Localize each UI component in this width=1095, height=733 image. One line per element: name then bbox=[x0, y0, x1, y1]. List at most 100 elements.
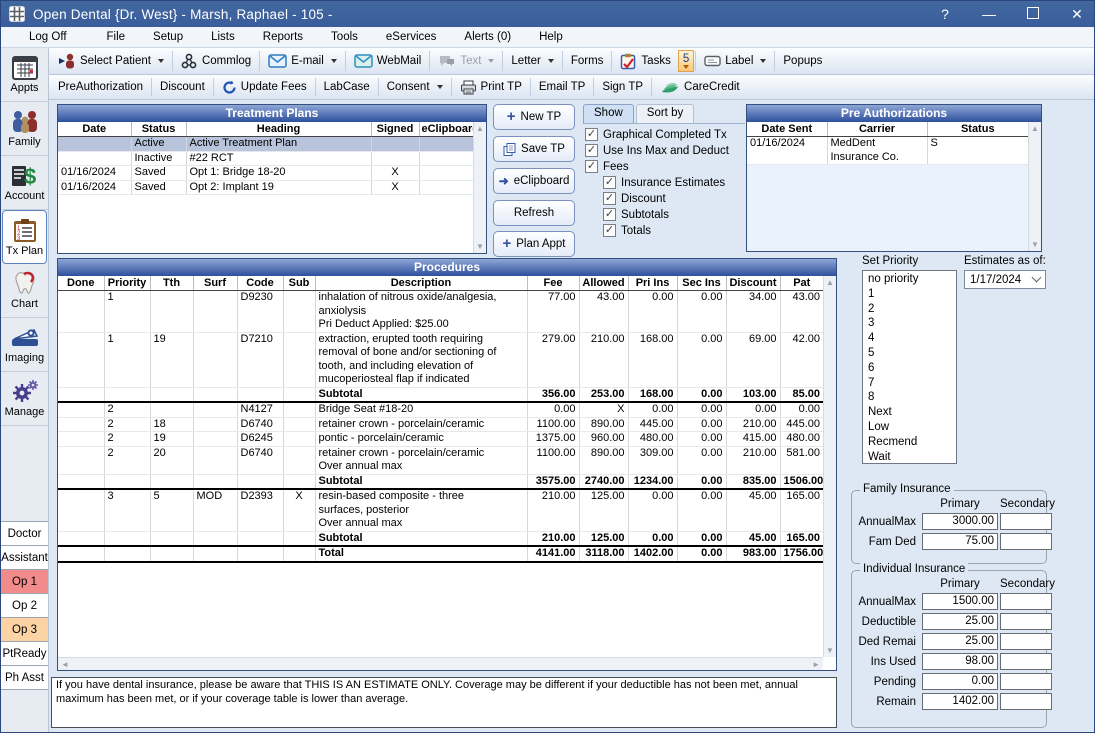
procedures-vertical-scrollbar[interactable]: ▲ ▼ bbox=[823, 276, 836, 657]
column-header[interactable]: Pat bbox=[780, 276, 823, 291]
tab-show[interactable]: Show bbox=[583, 104, 634, 123]
primary-value-field[interactable]: 25.00 bbox=[922, 633, 998, 650]
menu-item[interactable]: Lists bbox=[197, 29, 249, 45]
treatment-plan-row[interactable]: 01/16/2024 Saved Opt 2: Implant 19 X bbox=[58, 180, 473, 195]
menu-item[interactable]: Log Off bbox=[15, 29, 81, 45]
email-tp-button[interactable]: Email TP bbox=[532, 76, 592, 98]
treatment-plan-row[interactable]: Active Active Treatment Plan bbox=[58, 137, 473, 152]
commlog-button[interactable]: Commlog bbox=[174, 49, 258, 73]
column-header[interactable]: Date bbox=[58, 122, 131, 137]
column-header[interactable]: Carrier bbox=[827, 122, 927, 137]
priority-option[interactable]: 4 bbox=[868, 331, 951, 346]
checkbox-checked-icon[interactable]: ✓ bbox=[603, 224, 616, 237]
treatment-plan-row[interactable]: Inactive #22 RCT bbox=[58, 151, 473, 166]
menu-item[interactable]: File bbox=[93, 29, 140, 45]
show-option[interactable]: ✓ Graphical Completed Tx bbox=[585, 128, 745, 141]
priority-option[interactable]: 6 bbox=[868, 361, 951, 376]
scroll-right-icon[interactable]: ► bbox=[812, 660, 820, 669]
procedure-row[interactable]: 2 19 D6245 pontic - porcelain/ceramic 13… bbox=[58, 432, 823, 447]
preauthorizations-scrollbar[interactable]: ▲ ▼ bbox=[1028, 122, 1041, 251]
set-priority-listbox[interactable]: no priority 1 2 3 4 5 6 7 bbox=[862, 270, 957, 464]
column-header[interactable]: Pri Ins bbox=[628, 276, 677, 291]
secondary-value-field[interactable] bbox=[1000, 653, 1052, 670]
tasks-count-badge[interactable]: 5 bbox=[678, 50, 694, 72]
secondary-value-field[interactable] bbox=[1000, 593, 1052, 610]
update-fees-button[interactable]: Update Fees bbox=[215, 76, 314, 98]
popups-button[interactable]: Popups bbox=[776, 49, 829, 73]
sidebar-item-chart[interactable]: Chart bbox=[1, 264, 48, 318]
priority-option[interactable]: 7 bbox=[868, 376, 951, 391]
procedure-row[interactable]: 2 N4127 Bridge Seat #18-20 0.00 X 0.0 bbox=[58, 402, 823, 417]
scroll-left-icon[interactable]: ◄ bbox=[61, 660, 69, 669]
maximize-icon[interactable] bbox=[1024, 6, 1042, 22]
column-header[interactable]: Tth bbox=[150, 276, 193, 291]
column-header[interactable]: Code bbox=[237, 276, 283, 291]
column-header[interactable]: Description bbox=[315, 276, 527, 291]
primary-value-field[interactable]: 1500.00 bbox=[922, 593, 998, 610]
close-icon[interactable]: ✕ bbox=[1068, 6, 1086, 23]
save-tp-button[interactable]: Save TP bbox=[493, 136, 575, 162]
operatory-status-button[interactable]: Assistant bbox=[1, 545, 48, 570]
sign-tp-button[interactable]: Sign TP bbox=[595, 76, 650, 98]
show-option[interactable]: ✓ Totals bbox=[603, 224, 745, 237]
priority-option[interactable]: Next bbox=[868, 405, 951, 420]
preauthorization-row[interactable]: 01/16/2024 MedDent Insurance Co. S bbox=[747, 137, 1028, 165]
column-header[interactable]: eClipboard bbox=[419, 122, 473, 137]
primary-value-field[interactable]: 1402.00 bbox=[922, 693, 998, 710]
priority-option[interactable]: Recmend bbox=[868, 435, 951, 450]
column-header[interactable]: Signed bbox=[371, 122, 419, 137]
show-option[interactable]: ✓ Insurance Estimates bbox=[603, 176, 745, 189]
primary-value-field[interactable]: 3000.00 bbox=[922, 513, 998, 530]
treatment-plan-row[interactable]: 01/16/2024 Saved Opt 1: Bridge 18-20 X bbox=[58, 166, 473, 181]
new-tp-button[interactable]: +New TP bbox=[493, 104, 575, 130]
checkbox-checked-icon[interactable]: ✓ bbox=[585, 144, 598, 157]
priority-option[interactable]: Low bbox=[868, 420, 951, 435]
plan-appt-button[interactable]: +Plan Appt bbox=[493, 231, 575, 257]
secondary-value-field[interactable] bbox=[1000, 673, 1052, 690]
checkbox-checked-icon[interactable]: ✓ bbox=[603, 176, 616, 189]
sidebar-item-imaging[interactable]: Imaging bbox=[1, 318, 48, 372]
preauthorization-button[interactable]: PreAuthorization bbox=[51, 76, 150, 98]
column-header[interactable]: Sec Ins bbox=[677, 276, 726, 291]
checkbox-checked-icon[interactable]: ✓ bbox=[585, 128, 598, 141]
secondary-value-field[interactable] bbox=[1000, 633, 1052, 650]
consent-button[interactable]: Consent bbox=[380, 76, 450, 98]
procedure-row[interactable]: 3 5 MOD D2393 X resin-based composite - … bbox=[58, 489, 823, 531]
column-header[interactable]: Done bbox=[58, 276, 104, 291]
column-header[interactable]: Status bbox=[131, 122, 186, 137]
show-option[interactable]: ✓ Subtotals bbox=[603, 208, 745, 221]
priority-option[interactable]: no priority bbox=[868, 272, 951, 287]
checkbox-checked-icon[interactable]: ✓ bbox=[585, 160, 598, 173]
column-header[interactable]: Status bbox=[927, 122, 1028, 137]
scroll-down-icon[interactable]: ▼ bbox=[826, 646, 834, 655]
secondary-value-field[interactable] bbox=[1000, 613, 1052, 630]
priority-option[interactable]: 5 bbox=[868, 346, 951, 361]
scroll-up-icon[interactable]: ▲ bbox=[476, 124, 484, 133]
scroll-up-icon[interactable]: ▲ bbox=[826, 278, 834, 287]
column-header[interactable]: Heading bbox=[186, 122, 371, 137]
column-header[interactable]: Allowed bbox=[579, 276, 628, 291]
priority-option[interactable]: Wait bbox=[868, 450, 951, 464]
primary-value-field[interactable]: 25.00 bbox=[922, 613, 998, 630]
scroll-down-icon[interactable]: ▼ bbox=[476, 242, 484, 251]
primary-value-field[interactable]: 75.00 bbox=[922, 533, 998, 550]
priority-option[interactable]: 8 bbox=[868, 390, 951, 405]
scroll-down-icon[interactable]: ▼ bbox=[1031, 240, 1039, 249]
menu-item[interactable]: Setup bbox=[139, 29, 197, 45]
sidebar-item-family[interactable]: Family bbox=[1, 102, 48, 156]
discount-button[interactable]: Discount bbox=[153, 76, 212, 98]
operatory-status-button[interactable]: Op 1 bbox=[1, 569, 48, 594]
procedure-row[interactable]: 2 20 D6740 retainer crown - porcelain/ce… bbox=[58, 446, 823, 474]
priority-option[interactable]: 3 bbox=[868, 316, 951, 331]
procedure-row[interactable]: Total 4141.00 3118.00 1402.00 0.00 983.0… bbox=[58, 546, 823, 562]
labcase-button[interactable]: LabCase bbox=[317, 76, 377, 98]
column-header[interactable]: Discount bbox=[726, 276, 780, 291]
sidebar-item-account[interactable]: $ Account bbox=[1, 156, 48, 210]
procedure-row[interactable]: Subtotal 3575.00 2740.00 1234.00 0.00 83… bbox=[58, 474, 823, 489]
letter-button[interactable]: Letter bbox=[504, 49, 560, 73]
email-button[interactable]: E-mail bbox=[261, 49, 344, 73]
checkbox-checked-icon[interactable]: ✓ bbox=[603, 208, 616, 221]
treatment-plans-scrollbar[interactable]: ▲ ▼ bbox=[473, 122, 486, 253]
procedure-row[interactable]: 2 18 D6740 retainer crown - porcelain/ce… bbox=[58, 417, 823, 432]
forms-button[interactable]: Forms bbox=[564, 49, 611, 73]
